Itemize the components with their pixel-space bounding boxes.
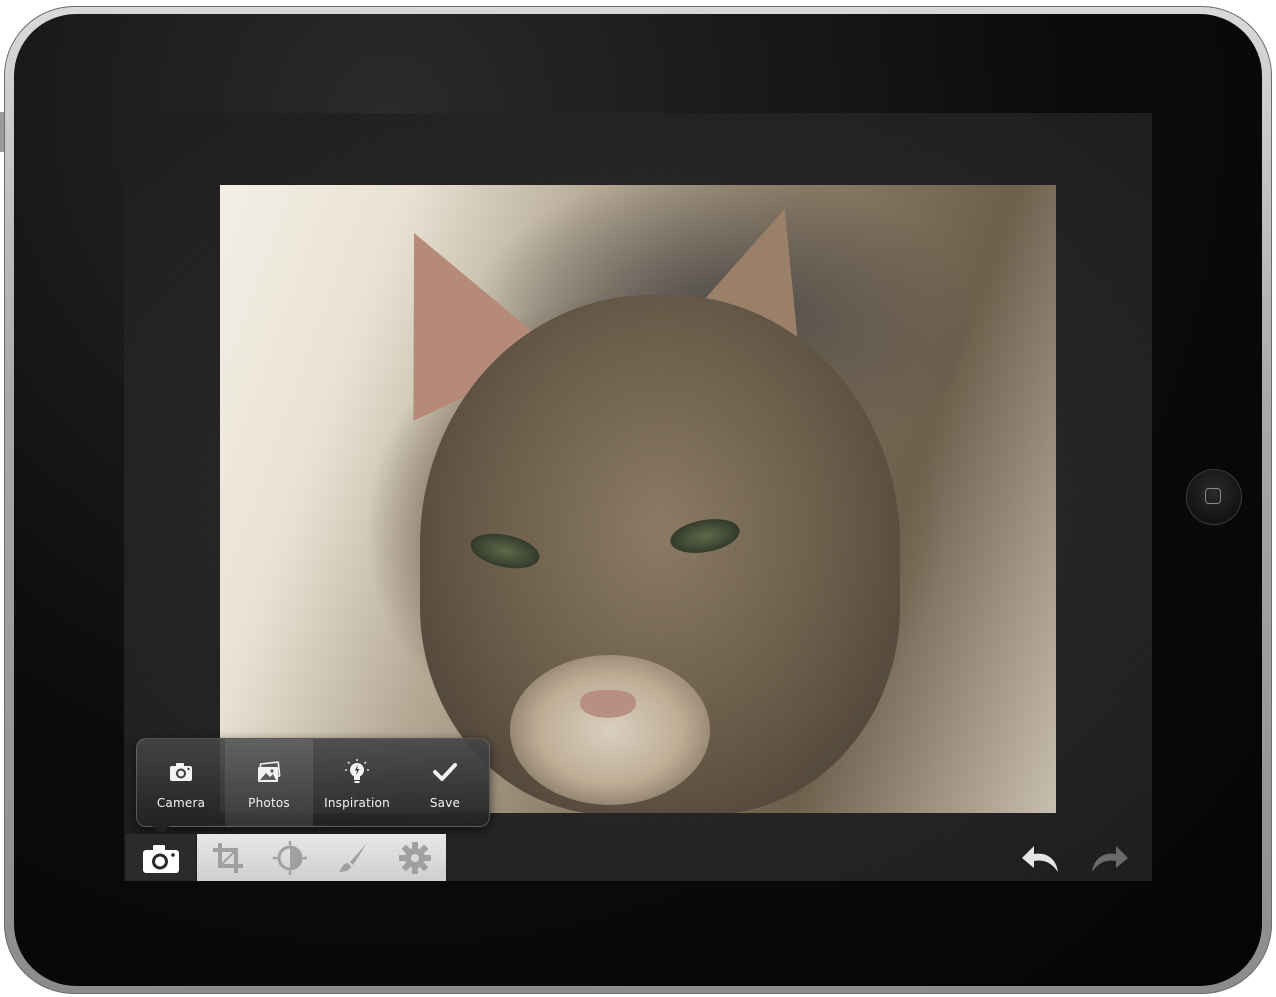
brush-icon bbox=[338, 842, 367, 872]
gear-icon bbox=[398, 841, 431, 874]
photo-cat-nose bbox=[580, 690, 636, 718]
photos-icon bbox=[258, 760, 281, 782]
camera-icon bbox=[170, 762, 192, 781]
popover-item-label: Save bbox=[429, 795, 461, 810]
popover-item-photos[interactable]: Photos bbox=[225, 739, 313, 826]
photo-cat-muzzle bbox=[510, 655, 710, 805]
source-popover-menu: Camera Photos Inspiration Save bbox=[136, 738, 490, 827]
popover-item-label: Camera bbox=[156, 795, 206, 810]
toolbar-crop-button[interactable] bbox=[208, 838, 248, 878]
home-square-icon bbox=[1205, 488, 1221, 504]
popover-arrow bbox=[150, 824, 172, 834]
toolbar-camera-button[interactable] bbox=[126, 834, 196, 881]
toolbar-tools-group bbox=[197, 834, 446, 881]
lightbulb-icon bbox=[345, 758, 369, 783]
redo-button[interactable] bbox=[1088, 840, 1130, 876]
popover-item-label: Photos bbox=[248, 795, 290, 810]
camera-icon bbox=[143, 844, 179, 873]
home-button[interactable] bbox=[1186, 469, 1242, 525]
undo-button[interactable] bbox=[1020, 840, 1062, 876]
undo-icon bbox=[1022, 846, 1058, 872]
toolbar-settings-button[interactable] bbox=[395, 838, 435, 878]
toolbar-brightness-button[interactable] bbox=[270, 838, 310, 878]
popover-item-save[interactable]: Save bbox=[401, 739, 489, 826]
popover-item-label: Inspiration bbox=[324, 795, 390, 810]
popover-item-inspiration[interactable]: Inspiration bbox=[313, 739, 401, 826]
checkmark-icon bbox=[433, 762, 457, 781]
popover-item-camera[interactable]: Camera bbox=[137, 739, 225, 826]
crop-icon bbox=[213, 842, 244, 873]
redo-icon bbox=[1092, 846, 1128, 872]
brightness-icon bbox=[273, 840, 308, 875]
photo-canvas[interactable] bbox=[220, 185, 1056, 813]
toolbar-brush-button[interactable] bbox=[333, 838, 373, 878]
